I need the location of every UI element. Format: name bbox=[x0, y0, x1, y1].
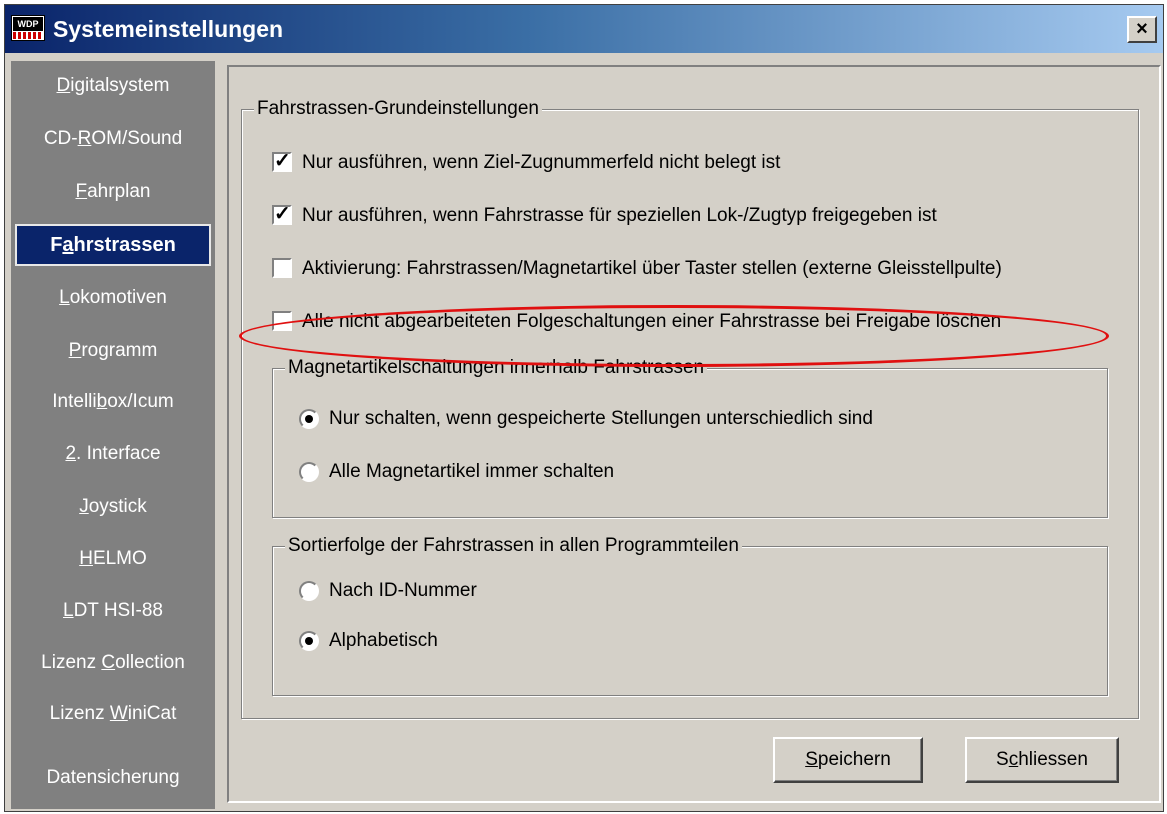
group-title: Fahrstrassen-Grundeinstellungen bbox=[254, 97, 542, 121]
group-sortierfolge: Sortierfolge der Fahrstrassen in allen P… bbox=[272, 534, 1108, 696]
settings-window: WDP Systemeinstellungen × Digitalsystem … bbox=[4, 4, 1164, 812]
sidebar-item-joystick[interactable]: Joystick bbox=[15, 486, 211, 528]
sidebar-item-programm[interactable]: Programm bbox=[15, 330, 211, 372]
window-title: Systemeinstellungen bbox=[53, 16, 284, 42]
close-icon: × bbox=[1136, 18, 1148, 40]
option-label: Nur ausführen, wenn Ziel-Zugnummerfeld n… bbox=[302, 152, 781, 173]
checkbox[interactable] bbox=[272, 311, 292, 331]
option-label: Aktivierung: Fahrstrassen/Magnetartikel … bbox=[302, 258, 1002, 279]
radio-dot bbox=[305, 415, 313, 423]
app-logo-stripe bbox=[13, 32, 43, 39]
radio-alle-immer-schalten[interactable]: Alle Magnetartikel immer schalten bbox=[299, 458, 1079, 486]
radio-button[interactable] bbox=[299, 409, 319, 429]
sidebar-item-helmo[interactable]: HELMO bbox=[15, 538, 211, 580]
settings-sidebar: Digitalsystem CD-ROM/Sound Fahrplan Fahr… bbox=[11, 61, 215, 809]
option-label: Alle nicht abgearbeiteten Folgeschaltung… bbox=[302, 311, 1002, 332]
settings-panel: Fahrstrassen-Grundeinstellungen ✓ Nur au… bbox=[227, 65, 1161, 803]
sidebar-item-fahrplan[interactable]: Fahrplan bbox=[15, 171, 211, 213]
sidebar-item-datensicherung[interactable]: Datensicherung bbox=[15, 757, 211, 799]
check-icon: ✓ bbox=[274, 203, 291, 225]
radio-button[interactable] bbox=[299, 462, 319, 482]
app-logo-icon: WDP bbox=[11, 15, 45, 41]
close-window-button[interactable]: × bbox=[1127, 16, 1157, 43]
option-label: Nur ausführen, wenn Fahrstrasse für spez… bbox=[302, 205, 937, 226]
checkbox[interactable]: ✓ bbox=[272, 203, 292, 225]
radio-dot bbox=[305, 637, 313, 645]
radio-button[interactable] bbox=[299, 581, 319, 601]
radio-button[interactable] bbox=[299, 631, 319, 651]
sidebar-item-lokomotiven[interactable]: Lokomotiven bbox=[15, 277, 211, 319]
checkbox[interactable]: ✓ bbox=[272, 150, 292, 172]
check-icon: ✓ bbox=[274, 150, 291, 172]
sidebar-item-lizenz-collection[interactable]: Lizenz Collection bbox=[15, 642, 211, 684]
option-label: Alphabetisch bbox=[329, 630, 438, 651]
app-logo-text: WDP bbox=[13, 17, 43, 31]
group-title: Magnetartikelschaltungen innerhalb Fahrs… bbox=[285, 356, 708, 380]
group-title: Sortierfolge der Fahrstrassen in allen P… bbox=[285, 534, 742, 558]
option-lok-zugtyp[interactable]: ✓ Nur ausführen, wenn Fahrstrasse für sp… bbox=[272, 202, 1112, 230]
sidebar-item-intellibox[interactable]: Intellibox/Icum bbox=[15, 381, 211, 423]
sidebar-item-fahrstrassen[interactable]: Fahrstrassen bbox=[15, 224, 211, 266]
sidebar-item-cdrom-sound[interactable]: CD-ROM/Sound bbox=[15, 118, 211, 160]
group-fahrstrassen-grundeinstellungen: Fahrstrassen-Grundeinstellungen ✓ Nur au… bbox=[241, 97, 1139, 719]
checkbox[interactable] bbox=[272, 258, 292, 278]
option-folgeschaltungen-loeschen[interactable]: Alle nicht abgearbeiteten Folgeschaltung… bbox=[272, 308, 1112, 336]
option-label: Nur schalten, wenn gespeicherte Stellung… bbox=[329, 408, 873, 429]
sidebar-item-lizenz-winicat[interactable]: Lizenz WiniCat bbox=[15, 693, 211, 735]
title-bar[interactable]: WDP Systemeinstellungen × bbox=[5, 5, 1163, 53]
option-ziel-zugnummerfeld[interactable]: ✓ Nur ausführen, wenn Ziel-Zugnummerfeld… bbox=[272, 149, 1112, 177]
sidebar-item-digitalsystem[interactable]: Digitalsystem bbox=[15, 65, 211, 107]
radio-nur-schalten-unterschiedlich[interactable]: Nur schalten, wenn gespeicherte Stellung… bbox=[299, 405, 1079, 433]
save-button[interactable]: Speichern bbox=[773, 737, 923, 783]
radio-nach-id-nummer[interactable]: Nach ID-Nummer bbox=[299, 577, 1079, 605]
option-label: Nach ID-Nummer bbox=[329, 580, 477, 601]
option-label: Alle Magnetartikel immer schalten bbox=[329, 461, 615, 482]
sidebar-item-ldt-hsi88[interactable]: LDT HSI-88 bbox=[15, 590, 211, 632]
close-button[interactable]: Schliessen bbox=[965, 737, 1119, 783]
group-magnetartikelschaltungen: Magnetartikelschaltungen innerhalb Fahrs… bbox=[272, 356, 1108, 518]
sidebar-item-interface-2[interactable]: 2. Interface bbox=[15, 433, 211, 475]
option-aktivierung-taster[interactable]: Aktivierung: Fahrstrassen/Magnetartikel … bbox=[272, 255, 1112, 283]
radio-alphabetisch[interactable]: Alphabetisch bbox=[299, 627, 1079, 655]
